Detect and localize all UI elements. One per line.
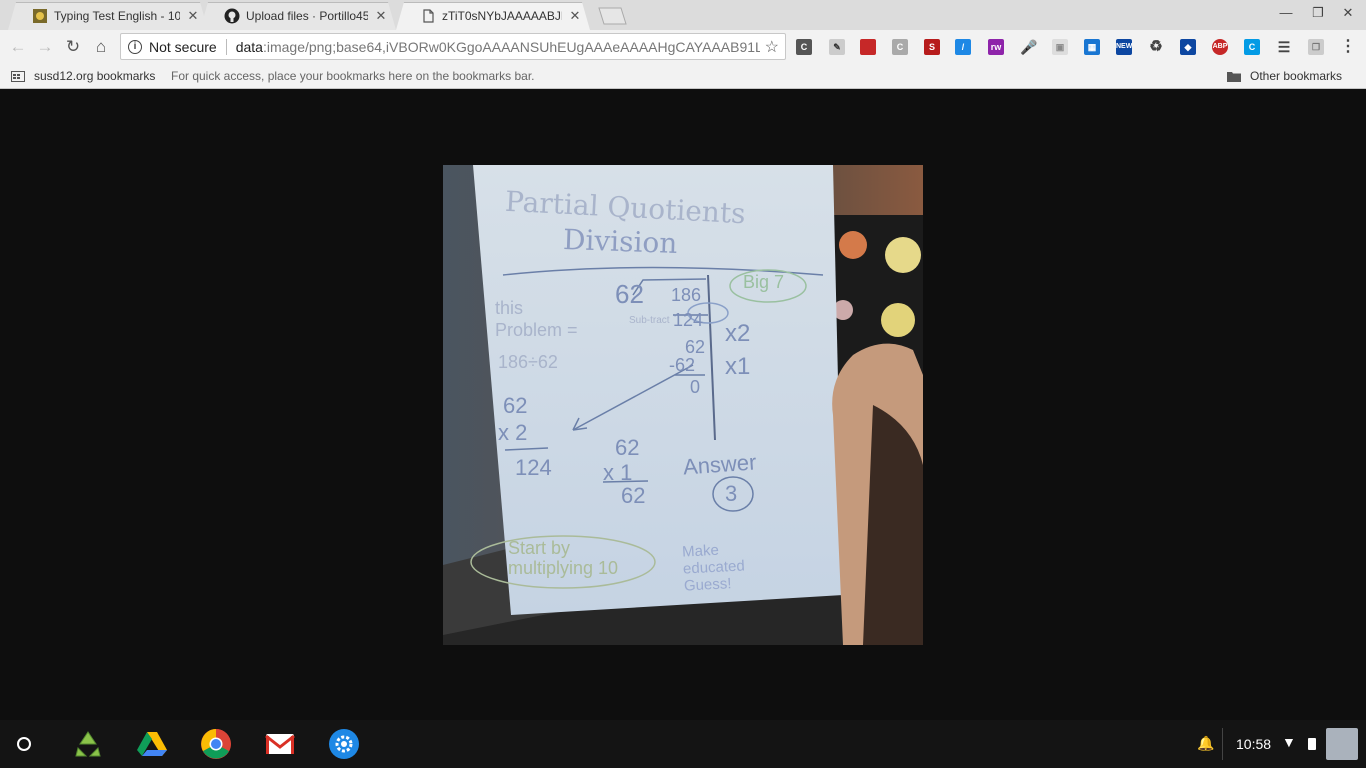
bookmark-star-icon[interactable]: ☆ — [765, 37, 779, 57]
microphone-icon[interactable]: 🎤 — [1020, 39, 1037, 55]
extension-s-icon[interactable]: S — [924, 39, 940, 55]
gmail-icon[interactable] — [264, 728, 296, 760]
photo-educated-note: Make educated Guess! — [681, 541, 746, 595]
extension-recycle-icon[interactable]: ♻ — [1148, 39, 1164, 55]
photo-zero: 0 — [690, 377, 701, 397]
reload-icon[interactable]: ↻ — [64, 38, 82, 56]
photo-start-note: Start by multiplying 10 — [508, 538, 619, 578]
extension-c-icon[interactable]: C — [796, 39, 812, 55]
recycle-icon[interactable] — [72, 728, 104, 760]
forward-icon[interactable]: → — [36, 38, 54, 56]
photo-answer-value: 3 — [725, 481, 738, 506]
tray-divider — [1222, 728, 1223, 760]
extension-new-icon[interactable]: NEW — [1116, 39, 1132, 55]
minimize-icon[interactable]: — — [1276, 5, 1296, 20]
photo-calc2a: 62 — [615, 435, 640, 460]
typing-test-favicon — [32, 8, 48, 24]
bookmark-folder-susd12[interactable]: susd12.org bookmarks — [11, 64, 155, 88]
photo-title-2: Division — [562, 223, 678, 260]
address-bar[interactable]: i Not secure data:image/png;base64,iVBOR… — [120, 33, 786, 60]
close-icon[interactable]: ✕ — [186, 8, 200, 24]
photo-divisor: 62 — [615, 279, 644, 309]
restore-icon[interactable]: ❐ — [1308, 5, 1328, 21]
photo-subtract: Sub-tract — [629, 315, 670, 326]
extension-book-icon[interactable] — [860, 39, 876, 55]
extension-c-gray-icon[interactable]: C — [892, 39, 908, 55]
tab-strip: Typing Test English - 10F ✕ Upload files… — [0, 0, 1366, 30]
google-drive-icon[interactable] — [136, 728, 168, 760]
photo-dividend: 186 — [671, 285, 702, 305]
new-tab-button[interactable] — [594, 7, 627, 25]
photo-calc1c: 124 — [515, 455, 552, 480]
tab-typing-test[interactable]: Typing Test English - 10F ✕ — [8, 2, 208, 30]
close-window-icon[interactable]: ✕ — [1338, 5, 1358, 21]
home-icon[interactable]: ⌂ — [92, 38, 110, 56]
other-bookmarks-label: Other bookmarks — [1250, 69, 1343, 83]
battery-icon[interactable] — [1308, 738, 1316, 750]
info-icon[interactable]: i — [128, 39, 142, 54]
bookmarks-hint: For quick access, place your bookmarks h… — [171, 69, 535, 83]
extension-c-blue-icon[interactable]: C — [1244, 39, 1260, 55]
notification-bell-icon[interactable]: 🔔 — [1197, 735, 1214, 752]
photo-x2: x2 — [725, 320, 751, 347]
photo-rem2: -62 — [669, 355, 696, 375]
webcam-photo: Partial Quotients Division Big 7 this Pr… — [443, 165, 923, 645]
folder-icon — [11, 71, 25, 82]
close-icon[interactable]: ✕ — [568, 8, 582, 24]
url-rest: :image/png;base64,iVBORw0KGgoAAAANSUhEUg… — [262, 38, 760, 55]
close-icon[interactable]: ✕ — [374, 8, 388, 24]
camera-icon[interactable]: ▣ — [1052, 39, 1068, 55]
photo-calc2c: 62 — [621, 483, 646, 508]
extension-rw-icon[interactable]: rw — [988, 39, 1004, 55]
wifi-icon[interactable]: ▼ — [1282, 734, 1296, 750]
image-viewer: Partial Quotients Division Big 7 this Pr… — [0, 90, 1366, 720]
launcher-icon[interactable] — [8, 728, 40, 760]
photo-expression: 186÷62 — [498, 352, 558, 372]
menu-icon[interactable]: ⋮ — [1340, 39, 1356, 55]
tab-upload-files[interactable]: Upload files · Portillo45/ ✕ — [200, 2, 396, 30]
clock[interactable]: 10:58 — [1236, 736, 1271, 752]
bookmark-folder-label: susd12.org bookmarks — [34, 69, 156, 83]
extension-pen-icon[interactable]: / — [955, 39, 971, 55]
tab-title: Typing Test English - 10F — [54, 9, 180, 23]
photo-calc1b: x 2 — [498, 420, 528, 445]
other-bookmarks[interactable]: Other bookmarks — [1227, 64, 1342, 88]
url-text[interactable]: data:image/png;base64,iVBORw0KGgoAAAANSU… — [236, 39, 760, 55]
back-icon[interactable]: ← — [9, 38, 27, 56]
page-icon — [420, 8, 436, 24]
tab-title: Upload files · Portillo45/ — [246, 9, 368, 23]
photo-sub1: 124 — [673, 310, 704, 330]
divider — [225, 38, 227, 55]
photo-answer: Answer — [682, 449, 758, 480]
extension-list-icon[interactable]: ☰ — [1276, 39, 1292, 55]
github-icon — [224, 8, 240, 24]
extension-mosaic-icon[interactable]: ▦ — [1084, 39, 1100, 55]
chrome-icon[interactable] — [200, 728, 232, 760]
taskbar: 🔔 10:58 ▼ — [0, 720, 1366, 768]
url-scheme: data — [235, 38, 263, 55]
photo-big: Big 7 — [743, 272, 785, 292]
extension-eraser-icon[interactable]: ✎ — [829, 39, 845, 55]
tab-image[interactable]: zTiT0sNYbJAAAAABJRU ✕ — [396, 2, 590, 30]
avatar[interactable] — [1326, 728, 1358, 760]
tab-title: zTiT0sNYbJAAAAABJRU — [442, 9, 562, 23]
extension-drop-icon[interactable]: ◆ — [1180, 39, 1196, 55]
photo-this-problem: this Problem = — [495, 298, 578, 340]
bookmarks-bar: susd12.org bookmarks For quick access, p… — [0, 64, 1366, 89]
security-label: Not secure — [149, 38, 217, 55]
settings-icon[interactable] — [328, 728, 360, 760]
folder-icon — [1227, 72, 1241, 82]
photo-x1: x1 — [725, 353, 751, 380]
photo-calc1a: 62 — [503, 393, 528, 418]
extension-window-icon[interactable]: ❐ — [1308, 39, 1324, 55]
browser-toolbar: ← → ↻ ⌂ i Not secure data:image/png;base… — [0, 30, 1366, 64]
adblock-icon[interactable]: ABP — [1212, 39, 1228, 55]
